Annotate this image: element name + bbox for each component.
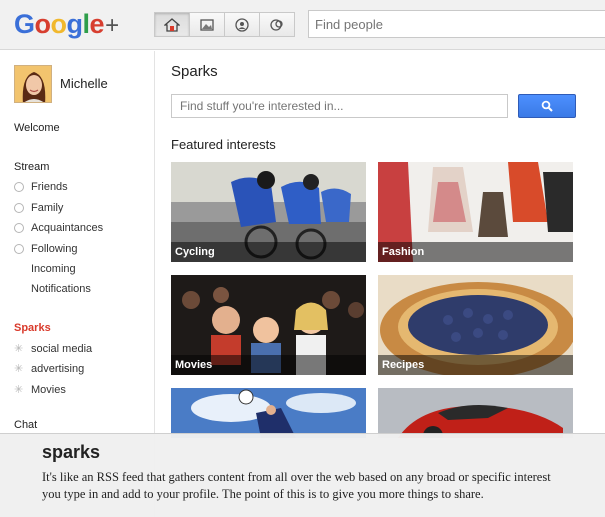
photos-icon — [200, 18, 214, 31]
logo-text: Google — [14, 9, 105, 39]
interest-label: Cycling — [171, 242, 366, 262]
car-image — [378, 388, 573, 438]
profile-button[interactable] — [224, 12, 260, 37]
logo-letter: G — [14, 9, 35, 39]
top-bar: Google+ — [0, 0, 605, 50]
caption-text: It's like an RSS feed that gathers conte… — [42, 470, 551, 501]
stream-link[interactable]: Stream — [14, 161, 49, 173]
featured-interests-heading: Featured interests — [171, 137, 276, 152]
caption-panel: sparks It's like an RSS feed that gather… — [0, 433, 605, 517]
logo-plus: + — [105, 12, 119, 39]
interest-search-input[interactable] — [171, 94, 508, 118]
photos-button[interactable] — [189, 12, 225, 37]
interest-tile-cycling[interactable]: Cycling — [171, 162, 366, 262]
interest-label: Recipes — [378, 355, 573, 375]
sidebar-item-label: Movies — [31, 384, 66, 396]
logo-letter: o — [34, 9, 52, 39]
sidebar-item-label: Incoming — [31, 263, 76, 275]
sidebar-item-notifications[interactable]: Notifications — [14, 283, 91, 295]
search-icon — [541, 100, 553, 112]
logo-letter: g — [66, 9, 84, 39]
interest-label: Fashion — [378, 242, 573, 262]
spark-icon: ✳ — [14, 384, 24, 396]
sidebar-item-label: Notifications — [31, 283, 91, 295]
sparks-link[interactable]: Sparks — [14, 322, 51, 334]
sidebar-item-family[interactable]: Family — [14, 202, 63, 214]
home-button[interactable] — [154, 12, 190, 37]
sidebar-item-movies[interactable]: ✳ Movies — [14, 384, 66, 396]
circle-icon — [14, 223, 24, 233]
interest-tile-cars[interactable] — [378, 388, 573, 438]
sidebar-item-social-media[interactable]: ✳ social media — [14, 343, 92, 355]
logo-letter: e — [89, 9, 105, 39]
interest-tile-movies[interactable]: Movies — [171, 275, 366, 375]
sidebar-item-label: social media — [31, 343, 93, 355]
search-button[interactable] — [518, 94, 576, 118]
sidebar-item-label: advertising — [31, 363, 85, 375]
spark-icon: ✳ — [14, 343, 24, 355]
interest-tile-fashion[interactable]: Fashion — [378, 162, 573, 262]
circle-icon — [14, 182, 24, 192]
sidebar-item-friends[interactable]: Friends — [14, 181, 68, 193]
sidebar-item-advertising[interactable]: ✳ advertising — [14, 363, 84, 375]
home-icon — [164, 17, 180, 32]
spark-icon: ✳ — [14, 363, 24, 375]
circles-icon — [270, 18, 283, 31]
chat-link[interactable]: Chat — [14, 419, 37, 431]
sidebar-item-label: Friends — [31, 181, 68, 193]
logo-letter: l — [82, 9, 91, 39]
interest-label: Movies — [171, 355, 366, 375]
sidebar-item-label: Following — [31, 243, 78, 255]
sidebar-item-label: Acquaintances — [31, 222, 104, 234]
profile-name[interactable]: Michelle — [60, 76, 108, 91]
avatar[interactable] — [14, 65, 52, 103]
logo-letter: o — [50, 9, 68, 39]
interest-tile-soccer[interactable] — [171, 388, 366, 438]
circle-icon — [14, 244, 24, 254]
profile-icon — [235, 17, 249, 32]
sidebar-item-following[interactable]: Following — [14, 243, 77, 255]
sidebar-item-label: Family — [31, 202, 64, 214]
circles-button[interactable] — [259, 12, 295, 37]
main-nav — [154, 12, 295, 37]
page-title: Sparks — [171, 63, 218, 80]
caption-title: sparks — [42, 442, 101, 462]
find-people-input[interactable] — [308, 10, 605, 38]
welcome-link[interactable]: Welcome — [14, 122, 60, 134]
soccer-image — [171, 388, 366, 438]
interest-tile-recipes[interactable]: Recipes — [378, 275, 573, 375]
sidebar-item-incoming[interactable]: Incoming — [14, 263, 76, 275]
circle-icon — [14, 203, 24, 213]
google-plus-logo[interactable]: Google+ — [14, 8, 119, 42]
sidebar-item-acquaintances[interactable]: Acquaintances — [14, 222, 103, 234]
